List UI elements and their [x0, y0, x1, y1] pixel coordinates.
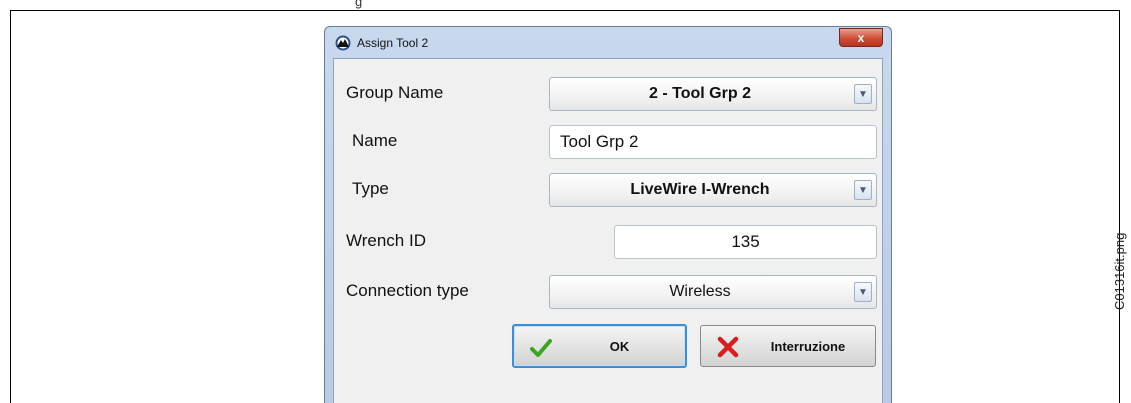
title-bar: Assign Tool 2 x	[325, 27, 891, 57]
checkmark-icon	[530, 339, 552, 357]
connection-type-select[interactable]: Wireless ▼	[549, 275, 877, 309]
cut-off-text: g	[355, 0, 363, 9]
connection-type-value: Wireless	[669, 283, 731, 300]
type-value: LiveWire I-Wrench	[630, 181, 770, 198]
group-name-select[interactable]: 2 - Tool Grp 2 ▼	[549, 77, 877, 111]
chevron-down-icon[interactable]: ▼	[854, 84, 872, 104]
cancel-label: Interruzione	[770, 338, 846, 354]
type-select[interactable]: LiveWire I-Wrench ▼	[549, 173, 877, 207]
wrench-id-field[interactable]: 135	[614, 225, 877, 259]
chevron-down-icon[interactable]: ▼	[854, 180, 872, 200]
dialog-title: Assign Tool 2	[357, 36, 429, 50]
group-name-value: 2 - Tool Grp 2	[649, 85, 751, 102]
ok-button[interactable]: OK	[512, 324, 687, 368]
image-caption: C01316it.png	[1112, 232, 1127, 310]
wrench-id-value: 135	[731, 232, 760, 251]
name-value: Tool Grp 2	[560, 132, 639, 151]
close-button[interactable]: x	[839, 28, 883, 47]
app-logo-icon	[335, 35, 351, 51]
red-x-icon	[717, 336, 739, 358]
name-label: Name	[352, 131, 398, 150]
chevron-down-icon[interactable]: ▼	[854, 282, 872, 302]
group-name-label: Group Name	[346, 83, 444, 102]
type-label: Type	[352, 179, 389, 198]
wrench-id-label: Wrench ID	[346, 231, 426, 250]
name-field[interactable]: Tool Grp 2	[549, 125, 877, 159]
ok-label: OK	[609, 338, 630, 354]
connection-type-label: Connection type	[346, 281, 469, 300]
assign-tool-dialog: Assign Tool 2 x Group Name 2 - Tool Grp …	[324, 26, 892, 403]
close-icon: x	[857, 30, 865, 45]
cancel-button[interactable]: Interruzione	[700, 325, 876, 367]
dialog-body: Group Name 2 - Tool Grp 2 ▼ Name Tool Gr…	[333, 58, 883, 403]
